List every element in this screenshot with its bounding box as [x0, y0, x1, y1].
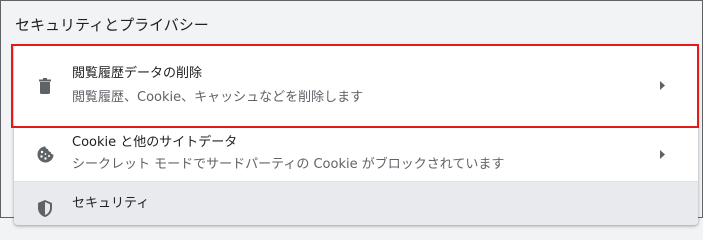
row-subtitle: 閲覧履歴、Cookie、キャッシュなどを削除します: [72, 89, 364, 105]
clear-browsing-data-row[interactable]: 閲覧履歴データの削除 閲覧履歴、Cookie、キャッシュなどを削除します: [14, 45, 698, 126]
chevron-right-icon: [658, 149, 668, 159]
privacy-settings-card: 閲覧履歴データの削除 閲覧履歴、Cookie、キャッシュなどを削除します Coo…: [14, 45, 698, 225]
cookies-site-data-row[interactable]: Cookie と他のサイトデータ シークレット モードでサードパーティの Coo…: [14, 126, 698, 181]
shield-icon: [36, 199, 54, 217]
row-title: セキュリティ: [72, 196, 150, 211]
row-subtitle: シークレット モードでサードパーティの Cookie がブロックされています: [72, 157, 505, 172]
section-title: セキュリティとプライバシー: [15, 16, 209, 34]
security-row[interactable]: セキュリティ: [14, 181, 698, 225]
row-title: Cookie と他のサイトデータ: [72, 135, 238, 150]
row-title: 閲覧履歴データの削除: [72, 65, 203, 81]
chevron-right-icon: [658, 81, 668, 91]
trash-icon: [36, 77, 54, 95]
cookie-icon: [36, 145, 54, 163]
